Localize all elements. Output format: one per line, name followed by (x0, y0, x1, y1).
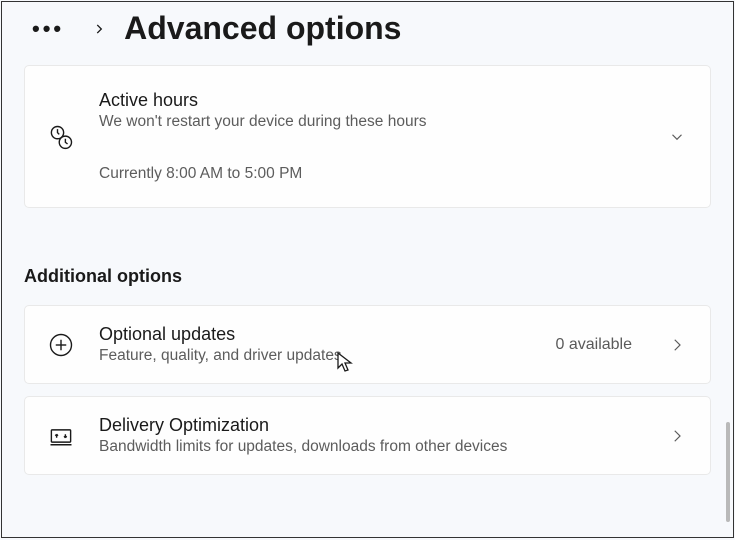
bandwidth-icon (47, 422, 75, 450)
clock-icon (47, 123, 75, 151)
additional-options-heading: Additional options (24, 216, 711, 305)
page-title: Advanced options (124, 10, 401, 47)
delivery-optimization-subtitle: Bandwidth limits for updates, downloads … (99, 438, 644, 456)
chevron-down-icon (668, 128, 686, 146)
optional-updates-subtitle: Feature, quality, and driver updates (99, 347, 532, 365)
active-hours-status: Currently 8:00 AM to 5:00 PM (99, 165, 644, 183)
scrollbar-thumb[interactable] (726, 422, 730, 522)
active-hours-card[interactable]: Active hours We won't restart your devic… (24, 65, 711, 208)
delivery-optimization-title: Delivery Optimization (99, 415, 644, 436)
optional-updates-title: Optional updates (99, 324, 532, 345)
chevron-right-icon (668, 336, 686, 354)
breadcrumb-more-icon[interactable]: ••• (32, 18, 64, 40)
optional-updates-count: 0 available (556, 336, 633, 354)
breadcrumb-chevron-icon (92, 22, 106, 36)
active-hours-subtitle: We won't restart your device during thes… (99, 113, 644, 131)
plus-circle-icon (47, 331, 75, 359)
optional-updates-card[interactable]: Optional updates Feature, quality, and d… (24, 305, 711, 384)
header: ••• Advanced options (2, 2, 733, 65)
delivery-optimization-card[interactable]: Delivery Optimization Bandwidth limits f… (24, 396, 711, 475)
chevron-right-icon (668, 427, 686, 445)
active-hours-title: Active hours (99, 90, 644, 111)
